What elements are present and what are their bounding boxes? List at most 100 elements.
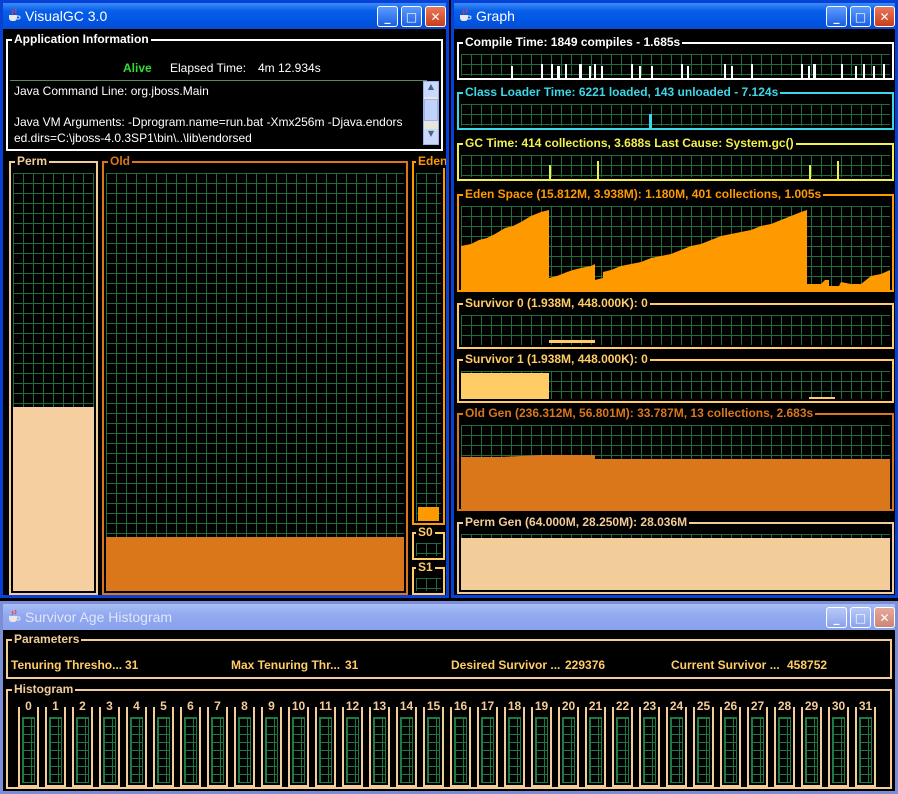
class-loader-spike [649, 114, 652, 128]
histogram-bin-grid [859, 717, 872, 783]
histogram-bin-grid [670, 717, 683, 783]
histogram-bin-grid [130, 717, 143, 783]
s1-grid [416, 578, 441, 591]
histogram-bin-31: 31 [855, 700, 876, 787]
application-info-title: Application Information [12, 32, 151, 46]
histogram-bin-label: 9 [263, 700, 280, 712]
graph-title-bar[interactable]: Graph _ □ ✕ [454, 3, 895, 29]
perm-gen-graph-panel: Perm Gen (64.000M, 28.250M): 28.036M [457, 515, 894, 594]
histogram-bin-grid [319, 717, 332, 783]
eden-fill [418, 507, 439, 521]
java-cup-icon [9, 609, 21, 622]
histogram-bin-grid [292, 717, 305, 783]
minimize-button[interactable]: _ [826, 6, 847, 27]
s1-space-panel: S1 [412, 560, 445, 595]
histogram-bin-0: 0 [18, 700, 39, 787]
histogram-bin-30: 30 [828, 700, 849, 787]
histogram-bin-label: 1 [47, 700, 64, 712]
command-line-text: Java Command Line: org.jboss.Main [14, 84, 209, 98]
old-gen-graph-panel: Old Gen (236.312M, 56.801M): 33.787M, 13… [457, 406, 894, 511]
window-title: Graph [476, 8, 515, 24]
gc-time-spikes [549, 161, 839, 179]
perm-grid [13, 173, 94, 591]
param-value: 31 [345, 658, 359, 672]
param-label: Desired Survivor ... [451, 658, 561, 672]
maximize-icon: □ [854, 9, 867, 24]
histogram-bin-grid [22, 717, 35, 783]
histogram-bin-label: 5 [155, 700, 172, 712]
param-label: Tenuring Thresho... [11, 658, 123, 672]
vm-args-line2: ed.dirs=C:\jboss-4.0.3SP1\bin\..\lib\end… [14, 131, 252, 145]
histogram-bin-label: 20 [560, 699, 577, 713]
histogram-bin-13: 13 [369, 700, 390, 787]
compile-time-panel: Compile Time: 1849 compiles - 1.685s [457, 35, 894, 80]
histogram-bin-grid [76, 717, 89, 783]
histogram-bin-grid [184, 717, 197, 783]
scroll-down-arrow-icon[interactable]: ▼ [424, 129, 438, 144]
close-icon: ✕ [879, 610, 890, 625]
histogram-bin-2: 2 [72, 700, 93, 787]
histogram-bin-grid [454, 717, 467, 783]
app-info-scrollbar[interactable]: ▲ ▼ [423, 81, 439, 145]
perm-gen-graph-label: Perm Gen (64.000M, 28.250M): 28.036M [463, 515, 690, 529]
eden-space-graph-label: Eden Space (15.812M, 3.938M): 1.180M, 40… [463, 187, 824, 201]
histogram-bin-23: 23 [639, 700, 660, 787]
histogram-bin-grid [211, 717, 224, 783]
survivor-1-graph-label: Survivor 1 (1.938M, 448.000K): 0 [463, 352, 650, 366]
compile-time-label: Compile Time: 1849 compiles - 1.685s [463, 35, 683, 49]
survivor-1-area [461, 373, 549, 399]
histogram-bin-16: 16 [450, 700, 471, 787]
survivor-0-graph-label: Survivor 0 (1.938M, 448.000K): 0 [463, 296, 650, 310]
close-button[interactable]: ✕ [874, 607, 895, 628]
histogram-bin-27: 27 [747, 700, 768, 787]
histogram-bin-12: 12 [342, 700, 363, 787]
histogram-title-bar[interactable]: Survivor Age Histogram _ □ ✕ [3, 604, 895, 630]
visualgc-title-bar[interactable]: VisualGC 3.0 _ □ ✕ [3, 3, 446, 29]
survivor-0-blip [549, 340, 595, 343]
close-button[interactable]: ✕ [425, 6, 446, 27]
maximize-button[interactable]: □ [850, 6, 871, 27]
histogram-bin-7: 7 [207, 700, 228, 787]
histogram-bin-grid [751, 717, 764, 783]
histogram-bin-label: 7 [209, 700, 226, 712]
histogram-bin-grid [562, 717, 575, 783]
survivor-1-blip [809, 397, 835, 399]
histogram-bin-grid [481, 717, 494, 783]
histogram-bin-label: 19 [533, 699, 550, 713]
eden-space-panel: Eden [412, 154, 446, 525]
perm-fill [13, 407, 94, 591]
histogram-bin-label: 29 [803, 699, 820, 713]
histogram-bin-label: 22 [614, 699, 631, 713]
s1-label: S1 [416, 560, 435, 574]
histogram-bin-grid [535, 717, 548, 783]
histogram-bin-label: 31 [857, 699, 874, 713]
histogram-bin-1: 1 [45, 700, 66, 787]
param-label: Max Tenuring Thr... [231, 658, 341, 672]
histogram-title: Histogram [12, 682, 76, 696]
histogram-bin-label: 3 [101, 700, 118, 712]
gc-time-graph [461, 155, 890, 179]
maximize-button[interactable]: □ [401, 6, 422, 27]
old-gen-graph-label: Old Gen (236.312M, 56.801M): 33.787M, 13… [463, 406, 816, 420]
maximize-button[interactable]: □ [850, 607, 871, 628]
visualgc-window: VisualGC 3.0 _ □ ✕ Application Informati… [0, 0, 449, 598]
minimize-button[interactable]: _ [826, 607, 847, 628]
survivor-1-graph-panel: Survivor 1 (1.938M, 448.000K): 0 [457, 352, 894, 403]
close-button[interactable]: ✕ [874, 6, 895, 27]
scroll-up-arrow-icon[interactable]: ▲ [424, 82, 438, 97]
parameters-row: Tenuring Thresho... 31 Max Tenuring Thr.… [11, 658, 890, 672]
eden-space-graph [461, 206, 890, 290]
perm-gen-area [461, 538, 890, 590]
minimize-button[interactable]: _ [377, 6, 398, 27]
scroll-thumb[interactable] [424, 99, 438, 121]
histogram-bin-24: 24 [666, 700, 687, 787]
compile-time-graph [461, 54, 890, 78]
histogram-bin-label: 27 [749, 699, 766, 713]
histogram-bin-grid [778, 717, 791, 783]
histogram-bin-25: 25 [693, 700, 714, 787]
eden-grid [416, 173, 441, 521]
app-info-text-area[interactable]: Java Command Line: org.jboss.Main Java V… [10, 80, 427, 145]
histogram-bin-label: 28 [776, 699, 793, 713]
histogram-bin-grid [400, 717, 413, 783]
histogram-bin-21: 21 [585, 700, 606, 787]
